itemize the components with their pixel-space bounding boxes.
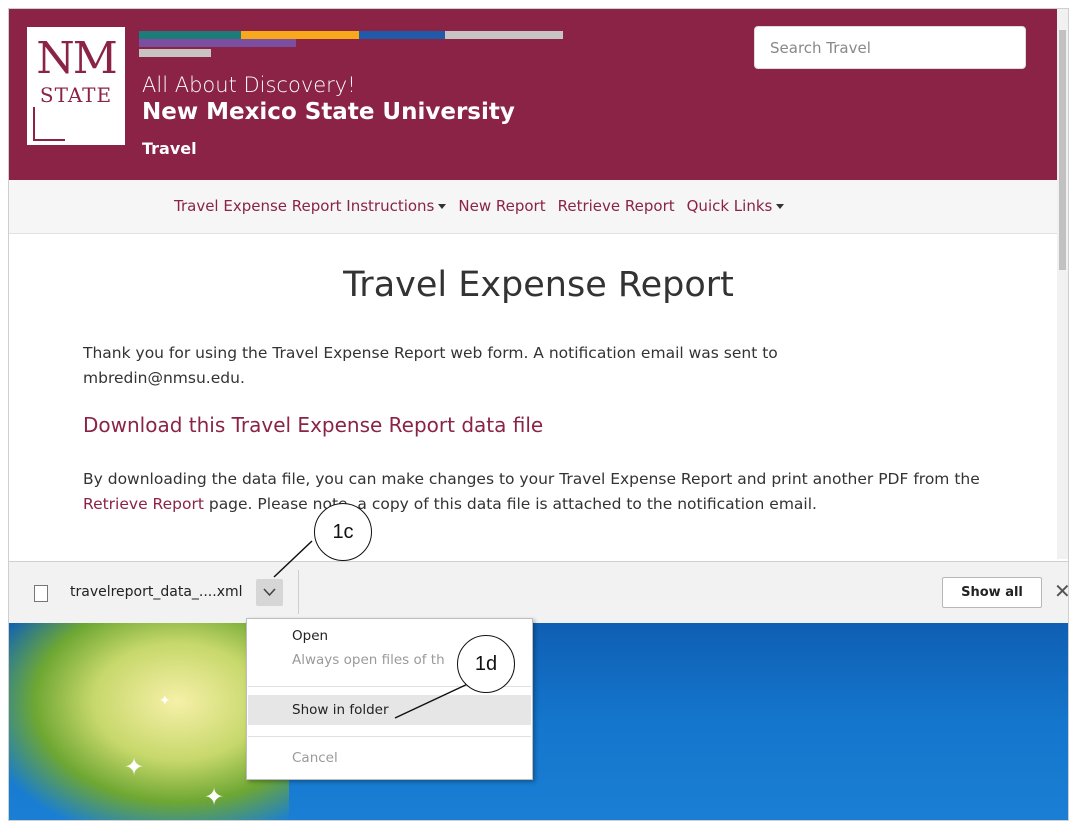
callout-pointer-lines: [273, 540, 473, 719]
callout-1d: 1d: [457, 635, 515, 693]
callout-1c: 1c: [314, 503, 372, 561]
browser-frame: NM STATE All About Discovery! New Mexico…: [8, 8, 1069, 821]
